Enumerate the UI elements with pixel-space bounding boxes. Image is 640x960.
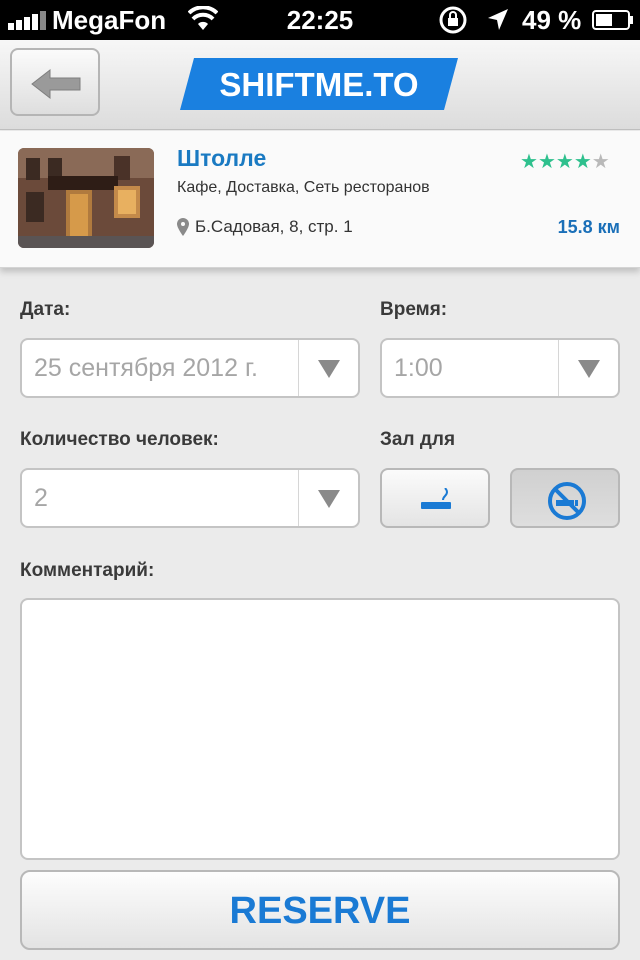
battery-icon <box>592 10 633 30</box>
rating-stars: ★★★★★ <box>520 149 610 174</box>
smoking-hall-button[interactable] <box>380 468 490 528</box>
location-arrow-icon <box>488 9 508 30</box>
battery-percent: 49 % <box>522 5 582 35</box>
people-label: Количество человек: <box>20 429 219 450</box>
shiftme-logo[interactable]: SHIFTME.TO <box>180 58 458 110</box>
rotation-lock-icon <box>439 6 467 34</box>
reserve-button[interactable]: RESERVE <box>20 870 620 950</box>
time-select[interactable]: 1:00 <box>380 338 620 398</box>
date-label: Дата: <box>20 299 71 320</box>
comment-textarea[interactable] <box>20 598 620 860</box>
no-smoking-icon <box>548 482 586 520</box>
select-divider <box>558 340 559 396</box>
status-bar: MegaFon 22:25 49 % <box>0 0 640 40</box>
date-value: 25 сентября 2012 г. <box>34 354 258 382</box>
star-icon: ★ <box>555 151 574 173</box>
people-value: 2 <box>34 484 48 512</box>
time-label: Время: <box>380 299 448 320</box>
map-pin-icon <box>177 218 189 236</box>
chevron-down-icon <box>318 490 340 508</box>
star-icon: ★ <box>537 151 556 173</box>
smoking-icon <box>421 488 451 509</box>
hall-label: Зал для <box>380 429 456 450</box>
back-button[interactable] <box>10 48 100 116</box>
people-select[interactable]: 2 <box>20 468 360 528</box>
venue-distance: 15.8 км <box>557 217 620 237</box>
back-arrow-icon <box>31 68 81 100</box>
chevron-down-icon <box>318 360 340 378</box>
date-select[interactable]: 25 сентября 2012 г. <box>20 338 360 398</box>
no-smoking-hall-button[interactable] <box>510 468 620 528</box>
venue-name[interactable]: Штолле <box>177 145 266 172</box>
venue-categories: Кафе, Доставка, Сеть ресторанов <box>177 179 430 196</box>
comment-label: Комментарий: <box>20 560 155 581</box>
venue-address: Б.Садовая, 8, стр. 1 <box>195 217 353 236</box>
logo-text: SHIFTME.TO <box>219 66 418 103</box>
venue-card[interactable]: Штолле ★★★★★ Кафе, Доставка, Сеть рестор… <box>0 131 640 268</box>
time-value: 1:00 <box>394 354 443 382</box>
star-icon: ★ <box>520 151 538 173</box>
reserve-label: RESERVE <box>229 890 411 932</box>
select-divider <box>298 340 299 396</box>
chevron-down-icon <box>578 360 600 378</box>
half-star-icon: ★ <box>573 151 592 173</box>
star-empty-icon: ★ <box>591 151 610 173</box>
select-divider <box>298 470 299 526</box>
venue-photo <box>18 148 154 248</box>
app-header: SHIFTME.TO <box>0 40 640 130</box>
